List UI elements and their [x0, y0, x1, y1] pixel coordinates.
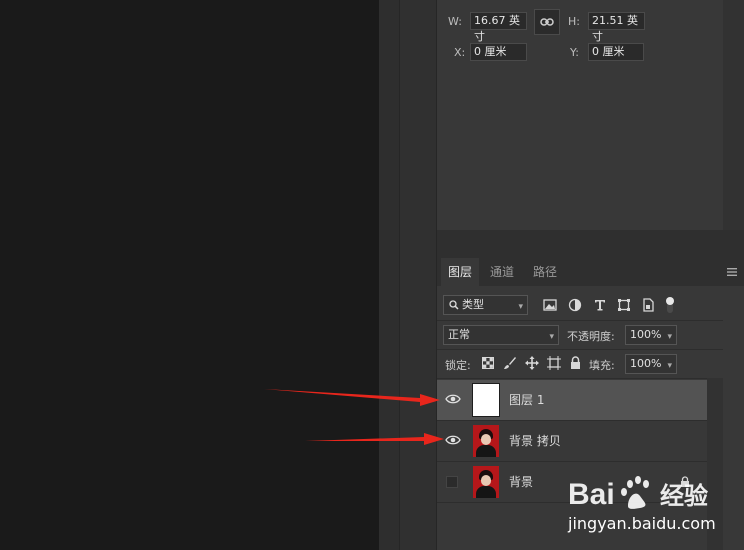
- svg-text:经验: 经验: [660, 482, 708, 510]
- svg-text:Bai: Bai: [568, 478, 615, 511]
- watermark-url: jingyan.baidu.com: [568, 514, 716, 533]
- baidu-logo-icon: Bai 经验: [568, 476, 708, 511]
- baidu-watermark: Bai 经验 jingyan.baidu.com: [568, 466, 744, 550]
- arrow-to-background-copy: [305, 433, 444, 445]
- arrow-to-layer1: [264, 389, 440, 406]
